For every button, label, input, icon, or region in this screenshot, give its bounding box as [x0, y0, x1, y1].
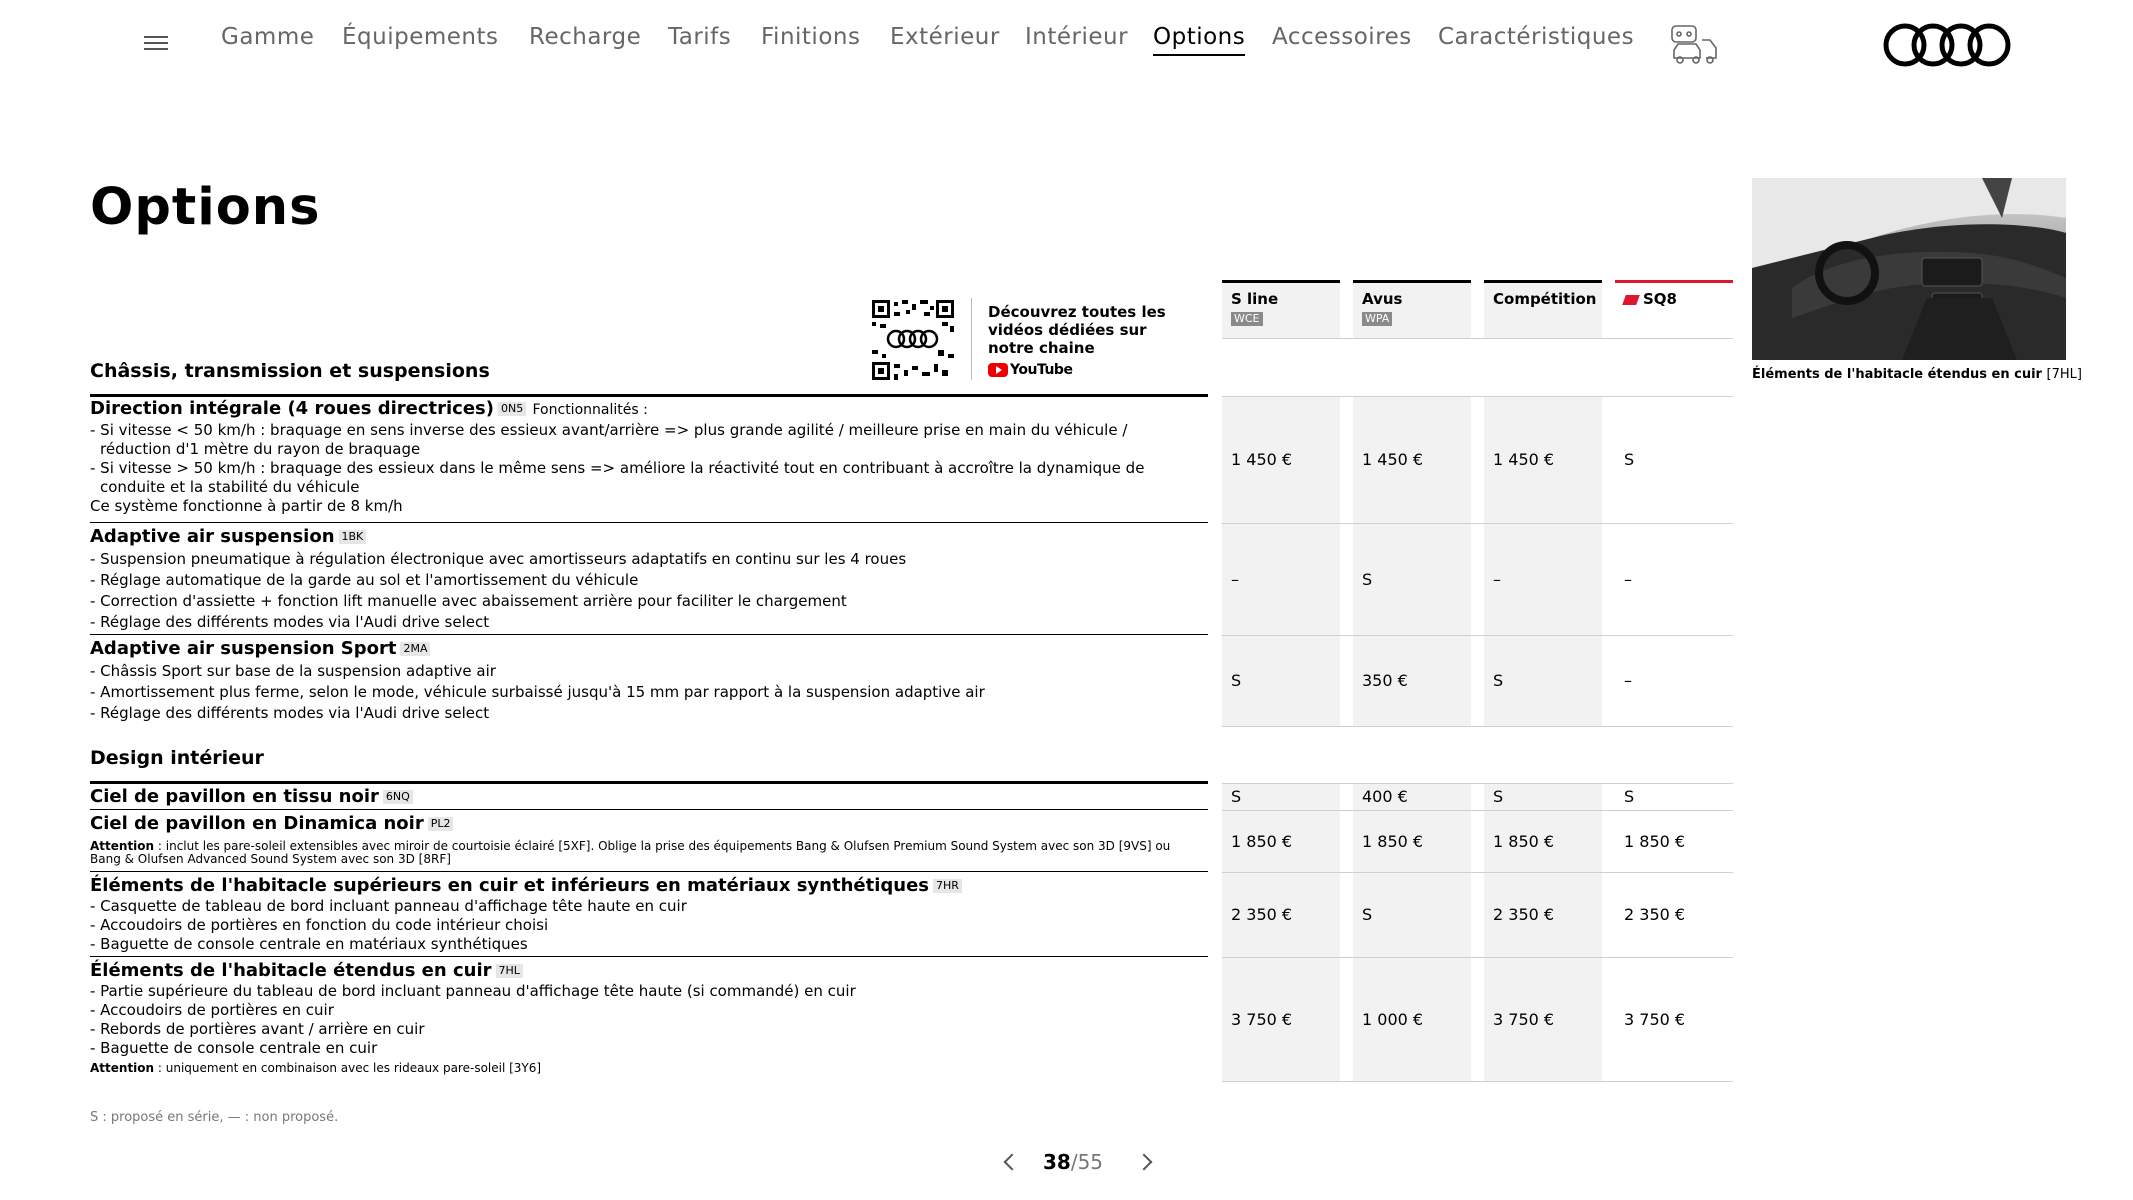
column-header-competition: Compétition [1493, 290, 1597, 308]
price-cell: 3 750 € [1624, 1010, 1686, 1029]
option-code-badge: 7HL [495, 964, 523, 978]
price-cell: 400 € [1362, 787, 1408, 806]
nav-item-tarifs[interactable]: Tarifs [668, 24, 731, 50]
nav-item-exterieur[interactable]: Extérieur [890, 24, 1000, 50]
previous-page-chevron-icon[interactable] [1003, 1153, 1021, 1171]
option-description: - Casquette de tableau de bord incluant … [90, 897, 687, 953]
option-code-badge: PL2 [427, 817, 454, 831]
option-code-badge: 1BK [338, 530, 367, 544]
price-cell: – [1493, 570, 1501, 589]
configurator-icon[interactable] [1668, 20, 1720, 68]
option-code-badge: 7HR [933, 879, 962, 893]
section-title-chassis: Châssis, transmission et suspensions [90, 360, 490, 382]
option-title-ciel-tissu-noir: Ciel de pavillon en tissu noir 6NQ [90, 786, 413, 807]
divider [971, 298, 972, 380]
nav-item-caracteristiques[interactable]: Caractéristiques [1438, 24, 1634, 50]
option-code-badge: 0N5 [497, 402, 527, 416]
price-cell: – [1624, 570, 1632, 589]
section-title-design-interieur: Design intérieur [90, 747, 264, 769]
price-cell: 1 850 € [1493, 832, 1555, 851]
price-cell: 1 450 € [1362, 450, 1424, 469]
page-indicator: 38/55 [1043, 1150, 1104, 1174]
nav-item-options[interactable]: Options [1153, 24, 1246, 56]
price-cell: S [1231, 671, 1242, 690]
price-cell: S [1624, 450, 1635, 469]
legend-note: S : proposé en série, — : non proposé. [90, 1110, 339, 1125]
top-navigation: Gamme Équipements Recharge Tarifs Finiti… [0, 24, 1700, 64]
price-cell: S [1231, 787, 1242, 806]
option-title-direction-integrale: Direction intégrale (4 roues directrices… [90, 398, 648, 419]
nav-item-recharge[interactable]: Recharge [529, 24, 641, 50]
option-description: - Si vitesse < 50 km/h : braquage en sen… [90, 421, 1145, 515]
qr-code-icon[interactable] [872, 300, 954, 380]
price-cell: S [1362, 570, 1373, 589]
option-title-habitacle-etendus-cuir: Éléments de l'habitacle étendus en cuir 7… [90, 960, 523, 981]
price-cell: S [1624, 787, 1635, 806]
nav-item-accessoires[interactable]: Accessoires [1272, 24, 1412, 50]
column-header-avus: Avus WPA [1362, 290, 1403, 326]
youtube-wordmark: YouTube [1010, 361, 1073, 378]
price-cell: 2 350 € [1624, 905, 1686, 924]
option-description: - Suspension pneumatique à régulation él… [90, 550, 907, 631]
nav-item-finitions[interactable]: Finitions [761, 24, 860, 50]
price-cell: 1 450 € [1231, 450, 1293, 469]
option-code-badge: 2MA [400, 642, 431, 656]
price-cell: 2 350 € [1231, 905, 1293, 924]
option-title-adaptive-air-suspension-sport: Adaptive air suspension Sport 2MA [90, 638, 431, 659]
image-caption: Éléments de l'habitacle étendus en cuir … [1752, 367, 2082, 382]
price-cell: 3 750 € [1231, 1010, 1293, 1029]
nav-item-gamme[interactable]: Gamme [221, 24, 314, 50]
price-cell: – [1231, 570, 1239, 589]
page-title: Options [90, 178, 321, 237]
price-cell: S [1362, 905, 1373, 924]
option-description: - Châssis Sport sur base de la suspensio… [90, 662, 985, 722]
youtube-promo-text: Découvrez toutes les vidéos dédiées sur … [988, 303, 1166, 357]
price-cell: S [1493, 671, 1504, 690]
column-header-sq8: SQ8 [1622, 290, 1677, 308]
column-header-s-line: S line WCE [1231, 290, 1279, 326]
youtube-logo[interactable]: YouTube [988, 359, 1073, 378]
price-cell: 2 350 € [1493, 905, 1555, 924]
option-code-badge: 6NQ [382, 790, 413, 804]
option-description: - Partie supérieure du tableau de bord i… [90, 982, 856, 1057]
next-page-chevron-icon[interactable] [1135, 1153, 1153, 1171]
price-cell: 1 850 € [1362, 832, 1424, 851]
nav-item-interieur[interactable]: Intérieur [1025, 24, 1128, 50]
price-cell: 1 000 € [1362, 1010, 1424, 1029]
nav-item-equipements[interactable]: Équipements [342, 24, 498, 50]
option-title-adaptive-air-suspension: Adaptive air suspension 1BK [90, 526, 367, 547]
audi-rings-logo[interactable] [1882, 22, 2014, 68]
sq8-badge-icon [1622, 294, 1640, 305]
price-cell: 350 € [1362, 671, 1408, 690]
option-attention-note: Attention : inclut les pare-soleil exten… [90, 839, 1171, 866]
option-title-habitacle-superieurs-cuir: Éléments de l'habitacle supérieurs en cu… [90, 875, 962, 896]
option-attention-note: Attention : uniquement en combinaison av… [90, 1061, 542, 1075]
price-cell: S [1493, 787, 1504, 806]
price-cell: 3 750 € [1493, 1010, 1555, 1029]
option-title-ciel-dinamica-noir: Ciel de pavillon en Dinamica noir PL2 [90, 813, 454, 834]
price-cell: – [1624, 671, 1632, 690]
price-cell: 1 850 € [1624, 832, 1686, 851]
interior-photo [1752, 178, 2066, 360]
price-cell: 1 850 € [1231, 832, 1293, 851]
youtube-play-icon [988, 362, 1008, 377]
price-cell: 1 450 € [1493, 450, 1555, 469]
